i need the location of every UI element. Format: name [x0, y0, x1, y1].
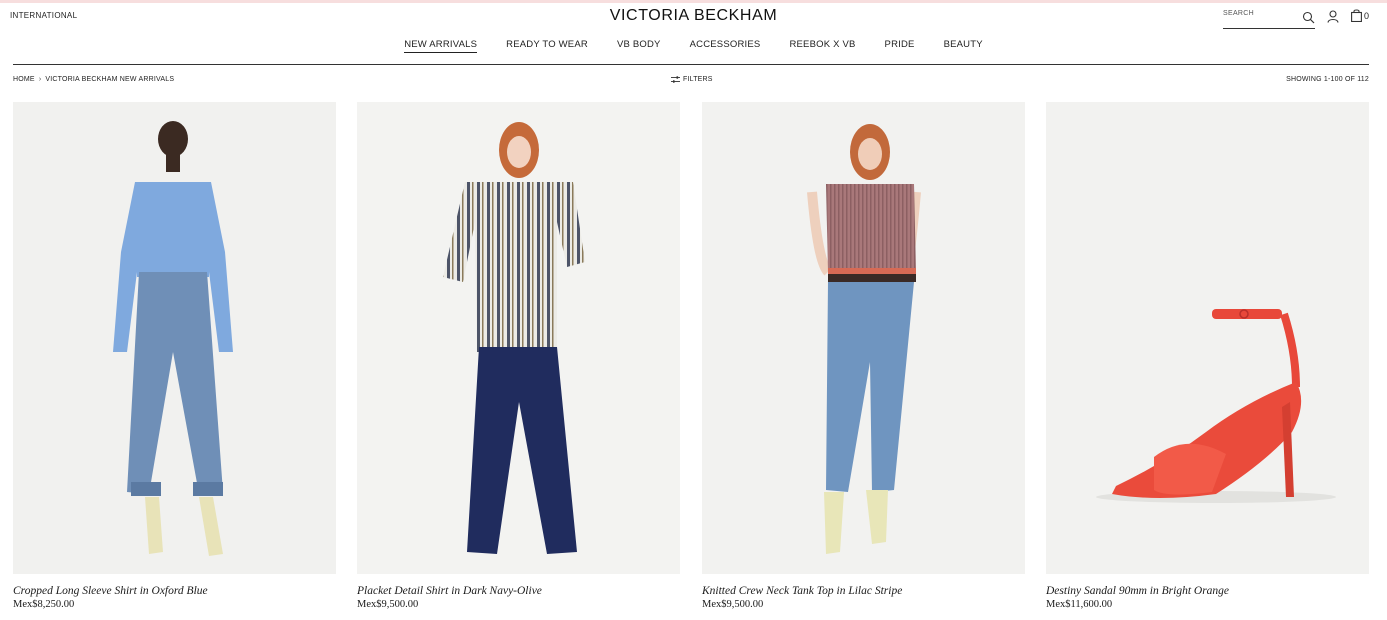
product-name[interactable]: Destiny Sandal 90mm in Bright Orange: [1046, 585, 1369, 597]
product-card[interactable]: Destiny Sandal 90mm in Bright Orange Mex…: [1046, 102, 1369, 610]
header-divider: [13, 64, 1369, 65]
brand-logo-text[interactable]: VICTORIA BECKHAM: [610, 7, 778, 24]
shopping-bag-icon[interactable]: [1351, 9, 1362, 22]
nav-reebok-x-vb[interactable]: REEBOK X VB: [789, 39, 855, 53]
product-price: Mex$9,500.00: [357, 599, 419, 610]
product-image[interactable]: [702, 102, 1025, 574]
nav-accessories[interactable]: ACCESSORIES: [690, 39, 761, 53]
account-icon[interactable]: [1327, 10, 1339, 23]
search-box[interactable]: [1223, 8, 1315, 29]
product-name[interactable]: Cropped Long Sleeve Shirt in Oxford Blue: [13, 585, 336, 597]
product-image[interactable]: [357, 102, 680, 574]
region-selector[interactable]: INTERNATIONAL: [10, 11, 77, 20]
brand-logo: VICTORIA BECKHAM: [0, 7, 1387, 25]
product-image[interactable]: [13, 102, 336, 574]
main-nav: NEW ARRIVALS READY TO WEAR VB BODY ACCES…: [0, 39, 1387, 53]
filters-button[interactable]: FILTERS: [671, 76, 713, 83]
bag-count[interactable]: 0: [1364, 11, 1369, 21]
product-name[interactable]: Placket Detail Shirt in Dark Navy-Olive: [357, 585, 680, 597]
nav-pride[interactable]: PRIDE: [885, 39, 915, 53]
filter-sliders-icon: [671, 76, 680, 83]
red-sandal-image: [1046, 102, 1369, 574]
breadcrumb-current: VICTORIA BECKHAM NEW ARRIVALS: [45, 76, 175, 83]
search-input[interactable]: [1223, 10, 1295, 17]
nav-vb-body[interactable]: VB BODY: [617, 39, 661, 53]
product-price: Mex$8,250.00: [13, 599, 75, 610]
breadcrumb: HOME › VICTORIA BECKHAM NEW ARRIVALS: [13, 76, 174, 83]
product-card[interactable]: Cropped Long Sleeve Shirt in Oxford Blue…: [13, 102, 336, 610]
product-name[interactable]: Knitted Crew Neck Tank Top in Lilac Stri…: [702, 585, 1025, 597]
nav-beauty[interactable]: BEAUTY: [944, 39, 983, 53]
nav-ready-to-wear[interactable]: READY TO WEAR: [506, 39, 588, 53]
model-blue-shirt-jeans-image: [13, 102, 336, 574]
model-knitted-tank-jeans-image: [702, 102, 1025, 574]
product-card[interactable]: Placket Detail Shirt in Dark Navy-Olive …: [357, 102, 680, 610]
search-icon[interactable]: [1302, 11, 1315, 24]
results-count: SHOWING 1-100 OF 112: [1286, 76, 1369, 83]
nav-new-arrivals[interactable]: NEW ARRIVALS: [404, 39, 478, 53]
model-striped-shirt-navy-trousers-image: [357, 102, 680, 574]
product-price: Mex$9,500.00: [702, 599, 764, 610]
product-image[interactable]: [1046, 102, 1369, 574]
breadcrumb-home[interactable]: HOME: [13, 76, 35, 83]
filters-label: FILTERS: [683, 76, 713, 83]
breadcrumb-separator: ›: [38, 76, 42, 83]
top-accent-line: [0, 0, 1387, 3]
product-card[interactable]: Knitted Crew Neck Tank Top in Lilac Stri…: [702, 102, 1025, 610]
product-price: Mex$11,600.00: [1046, 599, 1113, 610]
